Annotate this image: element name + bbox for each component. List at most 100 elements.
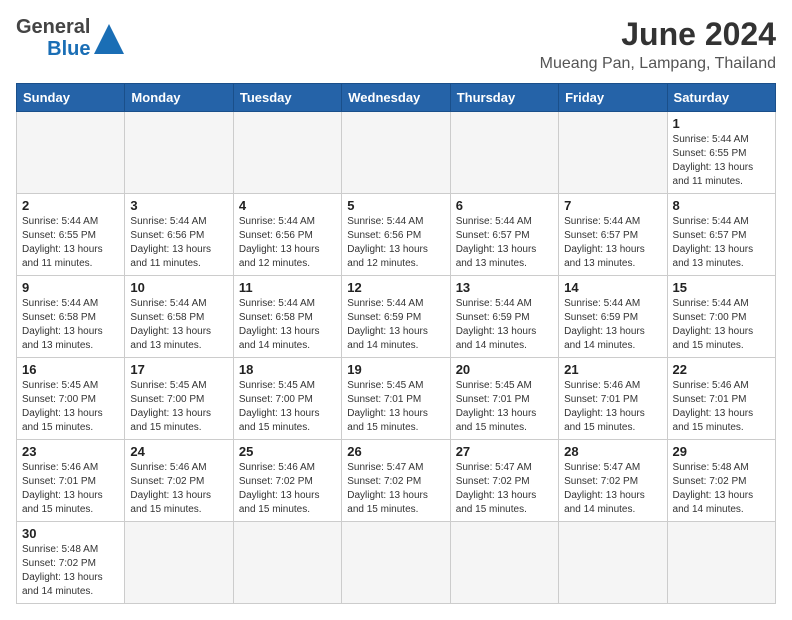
day-number: 16 bbox=[22, 362, 119, 377]
calendar-day-cell: 27Sunrise: 5:47 AM Sunset: 7:02 PM Dayli… bbox=[450, 440, 558, 522]
day-number: 8 bbox=[673, 198, 770, 213]
title-area: June 2024 Mueang Pan, Lampang, Thailand bbox=[540, 16, 776, 73]
day-info: Sunrise: 5:44 AM Sunset: 6:55 PM Dayligh… bbox=[673, 133, 770, 189]
day-number: 30 bbox=[22, 526, 119, 541]
calendar-day-cell: 15 Sunrise: 5:44 AM Sunset: 7:00 PM Dayli… bbox=[667, 276, 775, 358]
calendar-week-row: 9 Sunrise: 5:44 AM Sunset: 6:58 PM Daylig… bbox=[17, 276, 776, 358]
calendar-day-cell bbox=[125, 522, 233, 604]
calendar-day-cell: 9 Sunrise: 5:44 AM Sunset: 6:58 PM Daylig… bbox=[17, 276, 125, 358]
day-info: Sunrise: 5:44 AM Sunset: 6:58 PM Dayligh… bbox=[239, 297, 336, 353]
day-info: Sunrise: 5:45 AM Sunset: 7:01 PM Dayligh… bbox=[456, 379, 553, 435]
day-info: Sunrise: 5:44 AM Sunset: 6:58 PM Dayligh… bbox=[130, 297, 227, 353]
day-number: 13 bbox=[456, 280, 553, 295]
day-number: 27 bbox=[456, 444, 553, 459]
weekday-header-row: SundayMondayTuesdayWednesdayThursdayFrid… bbox=[17, 84, 776, 112]
calendar-day-cell: 20Sunrise: 5:45 AM Sunset: 7:01 PM Dayli… bbox=[450, 358, 558, 440]
day-info: Sunrise: 5:46 AM Sunset: 7:01 PM Dayligh… bbox=[564, 379, 661, 435]
day-number: 19 bbox=[347, 362, 444, 377]
day-number: 3 bbox=[130, 198, 227, 213]
calendar-day-cell: 25 Sunrise: 5:46 AM Sunset: 7:02 PM Dayli… bbox=[233, 440, 341, 522]
day-number: 15 bbox=[673, 280, 770, 295]
day-info: Sunrise: 5:46 AM Sunset: 7:02 PM Dayligh… bbox=[130, 461, 227, 517]
day-number: 22 bbox=[673, 362, 770, 377]
day-info: Sunrise: 5:45 AM Sunset: 7:00 PM Dayligh… bbox=[239, 379, 336, 435]
calendar-day-cell bbox=[667, 522, 775, 604]
day-number: 29 bbox=[673, 444, 770, 459]
day-number: 21 bbox=[564, 362, 661, 377]
calendar-day-cell bbox=[450, 112, 558, 194]
page-header: General Blue June 2024 Mueang Pan, Lampa… bbox=[16, 16, 776, 73]
logo-triangle-icon bbox=[94, 24, 122, 52]
day-info: Sunrise: 5:44 AM Sunset: 6:57 PM Dayligh… bbox=[456, 215, 553, 271]
day-number: 1 bbox=[673, 116, 770, 131]
calendar-day-cell: 16 Sunrise: 5:45 AM Sunset: 7:00 PM Dayli… bbox=[17, 358, 125, 440]
calendar-day-cell: 21 Sunrise: 5:46 AM Sunset: 7:01 PM Dayli… bbox=[559, 358, 667, 440]
day-number: 11 bbox=[239, 280, 336, 295]
day-info: Sunrise: 5:45 AM Sunset: 7:00 PM Dayligh… bbox=[130, 379, 227, 435]
logo: General Blue bbox=[16, 16, 122, 60]
weekday-header-monday: Monday bbox=[125, 84, 233, 112]
day-number: 5 bbox=[347, 198, 444, 213]
calendar-day-cell: 1 Sunrise: 5:44 AM Sunset: 6:55 PM Daylig… bbox=[667, 112, 775, 194]
calendar-day-cell: 7Sunrise: 5:44 AM Sunset: 6:57 PM Daylig… bbox=[559, 194, 667, 276]
calendar-day-cell: 5Sunrise: 5:44 AM Sunset: 6:56 PM Daylig… bbox=[342, 194, 450, 276]
day-info: Sunrise: 5:45 AM Sunset: 7:00 PM Dayligh… bbox=[22, 379, 119, 435]
calendar-day-cell: 13Sunrise: 5:44 AM Sunset: 6:59 PM Dayli… bbox=[450, 276, 558, 358]
day-info: Sunrise: 5:48 AM Sunset: 7:02 PM Dayligh… bbox=[673, 461, 770, 517]
weekday-header-wednesday: Wednesday bbox=[342, 84, 450, 112]
logo-blue-text: Blue bbox=[47, 38, 90, 60]
day-info: Sunrise: 5:46 AM Sunset: 7:02 PM Dayligh… bbox=[239, 461, 336, 517]
calendar-day-cell: 22 Sunrise: 5:46 AM Sunset: 7:01 PM Dayli… bbox=[667, 358, 775, 440]
day-info: Sunrise: 5:44 AM Sunset: 6:58 PM Dayligh… bbox=[22, 297, 119, 353]
day-number: 6 bbox=[456, 198, 553, 213]
calendar-week-row: 2 Sunrise: 5:44 AM Sunset: 6:55 PM Daylig… bbox=[17, 194, 776, 276]
calendar-day-cell bbox=[17, 112, 125, 194]
calendar-day-cell: 14 Sunrise: 5:44 AM Sunset: 6:59 PM Dayli… bbox=[559, 276, 667, 358]
day-info: Sunrise: 5:44 AM Sunset: 6:59 PM Dayligh… bbox=[564, 297, 661, 353]
calendar-day-cell: 12 Sunrise: 5:44 AM Sunset: 6:59 PM Dayli… bbox=[342, 276, 450, 358]
day-info: Sunrise: 5:47 AM Sunset: 7:02 PM Dayligh… bbox=[564, 461, 661, 517]
day-number: 14 bbox=[564, 280, 661, 295]
page-title: June 2024 bbox=[540, 16, 776, 53]
day-number: 25 bbox=[239, 444, 336, 459]
day-info: Sunrise: 5:44 AM Sunset: 7:00 PM Dayligh… bbox=[673, 297, 770, 353]
calendar-day-cell: 23Sunrise: 5:46 AM Sunset: 7:01 PM Dayli… bbox=[17, 440, 125, 522]
day-number: 17 bbox=[130, 362, 227, 377]
day-number: 12 bbox=[347, 280, 444, 295]
calendar-day-cell: 6 Sunrise: 5:44 AM Sunset: 6:57 PM Daylig… bbox=[450, 194, 558, 276]
calendar-day-cell: 4Sunrise: 5:44 AM Sunset: 6:56 PM Daylig… bbox=[233, 194, 341, 276]
calendar-day-cell: 19Sunrise: 5:45 AM Sunset: 7:01 PM Dayli… bbox=[342, 358, 450, 440]
calendar-day-cell: 8Sunrise: 5:44 AM Sunset: 6:57 PM Daylig… bbox=[667, 194, 775, 276]
day-info: Sunrise: 5:46 AM Sunset: 7:01 PM Dayligh… bbox=[673, 379, 770, 435]
page-subtitle: Mueang Pan, Lampang, Thailand bbox=[540, 55, 776, 73]
calendar-day-cell bbox=[342, 522, 450, 604]
calendar-day-cell bbox=[559, 522, 667, 604]
calendar-day-cell bbox=[233, 112, 341, 194]
weekday-header-friday: Friday bbox=[559, 84, 667, 112]
day-number: 9 bbox=[22, 280, 119, 295]
day-info: Sunrise: 5:44 AM Sunset: 6:59 PM Dayligh… bbox=[347, 297, 444, 353]
calendar-day-cell bbox=[559, 112, 667, 194]
day-number: 4 bbox=[239, 198, 336, 213]
calendar-day-cell: 2 Sunrise: 5:44 AM Sunset: 6:55 PM Daylig… bbox=[17, 194, 125, 276]
weekday-header-sunday: Sunday bbox=[17, 84, 125, 112]
calendar-day-cell: 30 Sunrise: 5:48 AM Sunset: 7:02 PM Dayli… bbox=[17, 522, 125, 604]
day-info: Sunrise: 5:44 AM Sunset: 6:55 PM Dayligh… bbox=[22, 215, 119, 271]
day-number: 2 bbox=[22, 198, 119, 213]
day-number: 24 bbox=[130, 444, 227, 459]
logo-general: General bbox=[16, 16, 90, 38]
calendar-week-row: 1 Sunrise: 5:44 AM Sunset: 6:55 PM Daylig… bbox=[17, 112, 776, 194]
calendar-week-row: 30 Sunrise: 5:48 AM Sunset: 7:02 PM Dayli… bbox=[17, 522, 776, 604]
calendar-day-cell bbox=[125, 112, 233, 194]
calendar-week-row: 16 Sunrise: 5:45 AM Sunset: 7:00 PM Dayli… bbox=[17, 358, 776, 440]
calendar-day-cell: 17 Sunrise: 5:45 AM Sunset: 7:00 PM Dayli… bbox=[125, 358, 233, 440]
calendar-day-cell: 10 Sunrise: 5:44 AM Sunset: 6:58 PM Dayli… bbox=[125, 276, 233, 358]
day-number: 26 bbox=[347, 444, 444, 459]
day-number: 10 bbox=[130, 280, 227, 295]
calendar-day-cell: 28 Sunrise: 5:47 AM Sunset: 7:02 PM Dayli… bbox=[559, 440, 667, 522]
day-number: 28 bbox=[564, 444, 661, 459]
calendar-day-cell: 11 Sunrise: 5:44 AM Sunset: 6:58 PM Dayli… bbox=[233, 276, 341, 358]
calendar-table: SundayMondayTuesdayWednesdayThursdayFrid… bbox=[16, 83, 776, 604]
calendar-day-cell: 24 Sunrise: 5:46 AM Sunset: 7:02 PM Dayli… bbox=[125, 440, 233, 522]
day-info: Sunrise: 5:48 AM Sunset: 7:02 PM Dayligh… bbox=[22, 543, 119, 599]
